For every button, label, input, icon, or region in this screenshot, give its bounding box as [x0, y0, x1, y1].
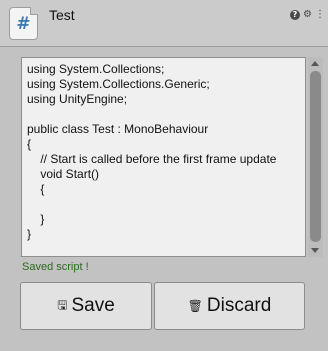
- scroll-down-icon[interactable]: [311, 248, 319, 253]
- inspector-header: # Test ? ⚙ ⋮: [0, 0, 328, 47]
- settings-icon[interactable]: ⚙: [303, 9, 312, 20]
- more-icon[interactable]: ⋮: [315, 9, 325, 20]
- save-button-label: Save: [71, 295, 115, 316]
- status-message: Saved script !: [22, 261, 89, 273]
- floppy-disk-icon: 🖫: [57, 297, 68, 312]
- help-icon[interactable]: ?: [290, 10, 300, 20]
- discard-button[interactable]: 🗑 Discard: [154, 282, 305, 330]
- scrollbar-thumb[interactable]: [310, 71, 321, 242]
- scroll-up-icon[interactable]: [311, 61, 319, 66]
- csharp-script-icon: #: [9, 7, 38, 40]
- code-editor[interactable]: using System.Collections; using System.C…: [21, 57, 306, 257]
- save-button[interactable]: 🖫 Save: [20, 282, 152, 330]
- script-icon-glyph: #: [16, 14, 31, 34]
- script-title: Test: [49, 7, 75, 23]
- code-text[interactable]: using System.Collections; using System.C…: [27, 62, 276, 242]
- trash-icon: 🗑: [187, 299, 203, 313]
- header-icons: ? ⚙ ⋮: [290, 9, 325, 20]
- editor-scrollbar[interactable]: [308, 57, 323, 257]
- discard-button-label: Discard: [206, 295, 272, 316]
